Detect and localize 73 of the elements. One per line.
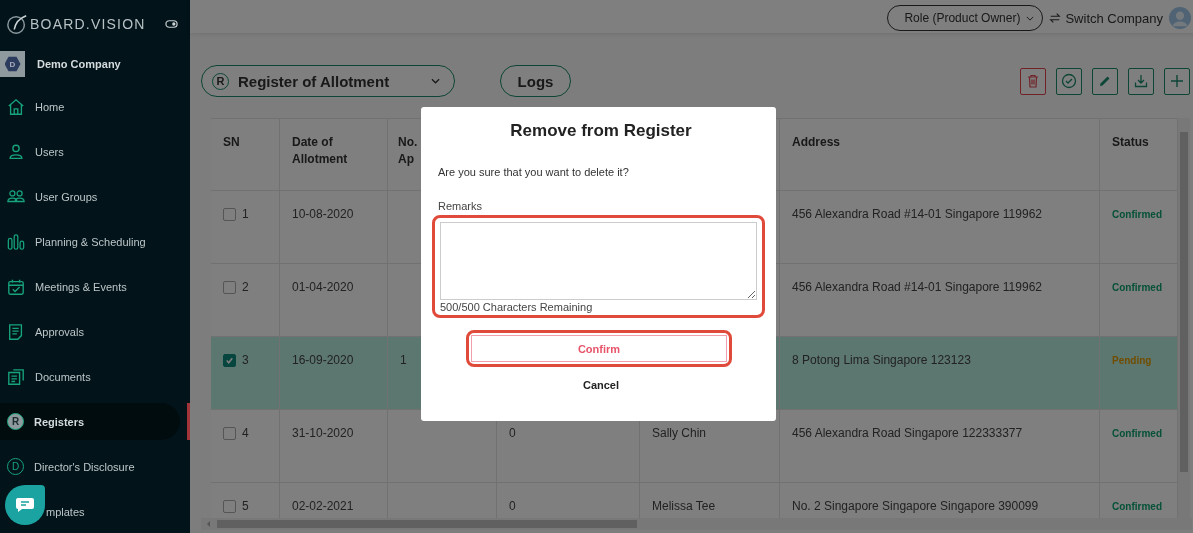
delete-button[interactable] bbox=[1020, 67, 1046, 95]
avatar-icon[interactable] bbox=[1169, 7, 1191, 29]
download-button[interactable] bbox=[1128, 67, 1154, 95]
remarks-field[interactable] bbox=[440, 222, 757, 300]
logo-icon bbox=[6, 13, 28, 35]
status-label: Confirmed bbox=[1112, 209, 1162, 220]
trash-icon bbox=[1025, 73, 1041, 89]
table-cell: 16-09-2020 bbox=[280, 337, 388, 410]
switch-company-button[interactable]: Switch Company bbox=[1049, 10, 1163, 26]
caret-icon bbox=[431, 78, 440, 84]
row-number: 3 bbox=[242, 353, 249, 368]
column-header: Address bbox=[780, 119, 1100, 191]
confirm-button[interactable]: Confirm bbox=[471, 335, 727, 362]
approve-button[interactable] bbox=[1056, 67, 1082, 95]
dialog-title: Remove from Register bbox=[509, 121, 693, 141]
row-number: 2 bbox=[242, 280, 249, 295]
row-checkbox[interactable] bbox=[223, 500, 236, 513]
column-header: Date of Allotment bbox=[280, 119, 388, 191]
letter-icon: R bbox=[7, 413, 24, 430]
nav-item[interactable]: Approvals bbox=[0, 313, 180, 350]
row-number: 4 bbox=[242, 426, 249, 441]
status-label: Pending bbox=[1112, 355, 1152, 366]
vertical-scrollbar[interactable] bbox=[1178, 118, 1190, 518]
nav-item[interactable]: Meetings & Events bbox=[0, 268, 180, 305]
nav-item[interactable]: mplates bbox=[0, 493, 180, 530]
bar-chart-icon bbox=[7, 232, 25, 251]
chat-icon bbox=[15, 497, 35, 513]
nav-item[interactable]: Documents bbox=[0, 358, 180, 395]
table-cell: 456 Alexandra Road Singapore 122333377 bbox=[780, 410, 1100, 483]
nav-item[interactable]: User Groups bbox=[0, 178, 180, 215]
row-checkbox[interactable] bbox=[223, 281, 236, 294]
table-cell: 8 Potong Lima Singapore 123123 bbox=[780, 337, 1100, 410]
table-cell: 456 Alexandra Road #14-01 Singapore 119962 bbox=[780, 191, 1100, 264]
check-icon bbox=[224, 355, 235, 366]
row-number: 5 bbox=[242, 499, 249, 514]
company-name: Demo Company bbox=[37, 58, 121, 70]
nav-item[interactable]: Planning & Scheduling bbox=[0, 223, 180, 260]
plus-icon bbox=[1169, 73, 1185, 89]
cancel-button[interactable]: Cancel bbox=[574, 377, 628, 393]
check-circle-icon bbox=[1061, 73, 1077, 89]
status-label: Confirmed bbox=[1112, 428, 1162, 439]
nav-item[interactable]: Users bbox=[0, 133, 180, 170]
nav-item[interactable]: Home bbox=[0, 88, 180, 125]
swap-icon bbox=[1049, 12, 1062, 24]
document-icon bbox=[7, 322, 25, 341]
row-number: 1 bbox=[242, 207, 249, 222]
role-dropdown[interactable]: Role (Product Owner) bbox=[887, 5, 1044, 31]
add-button[interactable] bbox=[1164, 67, 1190, 95]
register-dropdown[interactable]: R Register of Allotment bbox=[201, 65, 455, 97]
calendar-icon bbox=[7, 277, 25, 296]
table-cell: 31-10-2020 bbox=[280, 410, 388, 483]
home-icon bbox=[7, 97, 25, 116]
status-label: Confirmed bbox=[1112, 501, 1162, 512]
logs-button[interactable]: Logs bbox=[500, 65, 571, 97]
edit-button[interactable] bbox=[1092, 67, 1118, 95]
download-icon bbox=[1133, 73, 1149, 89]
status-label: Confirmed bbox=[1112, 282, 1162, 293]
user-icon bbox=[7, 142, 25, 161]
character-counter: 500/500 Characters Remaining bbox=[440, 301, 594, 313]
toggle-icon[interactable] bbox=[165, 19, 178, 29]
chat-button[interactable] bbox=[5, 485, 45, 525]
row-checkbox[interactable] bbox=[223, 427, 236, 440]
nav-item[interactable]: D Director's Disclosure bbox=[0, 448, 180, 485]
row-checkbox[interactable] bbox=[223, 208, 236, 221]
horizontal-scrollbar[interactable] bbox=[201, 518, 1192, 530]
brand-name: BOARD.VISION bbox=[30, 16, 146, 32]
field-label: Remarks bbox=[438, 200, 483, 212]
documents-icon bbox=[7, 367, 25, 386]
column-header: SN bbox=[211, 119, 280, 191]
row-checkbox[interactable] bbox=[223, 354, 236, 367]
table-cell: 10-08-2020 bbox=[280, 191, 388, 264]
company-badge: D bbox=[0, 51, 25, 77]
caret-icon bbox=[1026, 15, 1035, 21]
